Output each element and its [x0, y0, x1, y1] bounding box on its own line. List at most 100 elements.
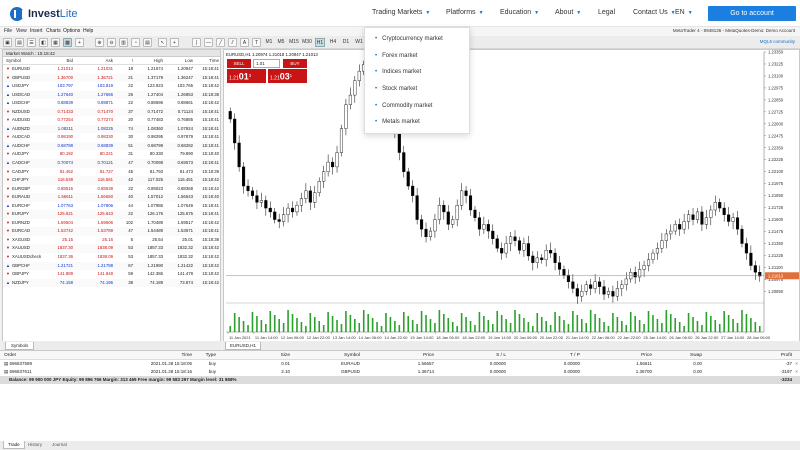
order-sl[interactable]: 0.00000	[470, 368, 506, 376]
menu-view[interactable]: View	[16, 28, 27, 34]
nav-education[interactable]: Education ▼	[500, 9, 539, 16]
dropdown-item-metals[interactable]: Metals market	[365, 114, 469, 131]
timeframe-m1[interactable]: M1	[264, 38, 274, 47]
dropdown-item-stock[interactable]: Stock market	[365, 81, 469, 98]
menu-insert[interactable]: Insert	[30, 28, 43, 34]
go-to-account-button[interactable]: Go to account	[708, 6, 796, 21]
market-watch-row[interactable]: ▼ XAUUSDcheck 1837.36 1838.09 53 1857.33 1832.…	[3, 253, 220, 262]
new-order-icon[interactable]: +	[75, 38, 84, 47]
close-order-icon[interactable]: ×	[795, 368, 798, 376]
cursor-icon[interactable]: ↖	[158, 38, 167, 47]
market-watch-row[interactable]: ▲ USDJPY 103.797 103.819 22 123.923 103.765 15:…	[3, 82, 220, 91]
new-chart-icon[interactable]: ▣	[3, 38, 12, 47]
chart-window[interactable]: 1.23350 1.23225 1.23100 1.22975 1.22850 1.227…	[223, 49, 800, 348]
tab-eurusd-h1[interactable]: EURUSD,H1	[225, 342, 262, 350]
col-tp[interactable]: T / P	[550, 351, 580, 360]
profiles-icon[interactable]: ▤	[15, 38, 24, 47]
timeframe-d1[interactable]: D1	[341, 38, 351, 47]
dropdown-item-indices[interactable]: Indices market	[365, 64, 469, 81]
order-tp[interactable]: 0.00000	[550, 360, 580, 368]
zoom-in-icon[interactable]: ⊕	[95, 38, 104, 47]
market-watch-row[interactable]: ▼ EURUSD 1.21013 1.21031 18 1.21674 1.20947 15:…	[3, 65, 220, 74]
col-order[interactable]: Order	[4, 351, 16, 360]
menu-charts[interactable]: Charts	[46, 28, 61, 34]
market-watch-row[interactable]: ▲ EURCHF 1.07763 1.07806 44 1.07986 1.07649 15:…	[3, 202, 220, 211]
market-watch-row[interactable]: ▲ GBPCHF 1.21721 1.21788 67 1.21990 1.21422 15:…	[3, 261, 220, 271]
logo[interactable]: InvestLite	[10, 6, 78, 22]
market-watch-row[interactable]: ▼ EURAUD 1.56611 1.56650 40 1.57012 1.56543 15:…	[3, 193, 220, 202]
nav-contact[interactable]: Contact Us ▼	[633, 9, 676, 16]
col-time[interactable]: Time	[191, 57, 219, 65]
market-watch-row[interactable]: ▼ AUDCAD 0.98190 0.98330 30 0.98295 0.97879 15:…	[3, 133, 220, 142]
dropdown-item-crypto[interactable]: Cryptocurrency market	[365, 31, 469, 48]
col-high[interactable]: High	[133, 57, 163, 65]
navigator-icon[interactable]: ◧	[39, 38, 48, 47]
menu-help[interactable]: Help	[83, 28, 93, 34]
price-chart[interactable]: 1.23350 1.23225 1.23100 1.22975 1.22850 1.227…	[224, 50, 799, 347]
timeframe-h1[interactable]: H1	[315, 38, 325, 47]
col-spread[interactable]: !	[111, 57, 133, 65]
timeframe-h4[interactable]: H4	[328, 38, 338, 47]
lot-size-input[interactable]: 1.01	[253, 59, 280, 68]
trendline-icon[interactable]: ╱	[216, 38, 225, 47]
col-symbol[interactable]: Symbol	[330, 351, 360, 360]
market-watch-row[interactable]: ▼ EURJPY 125.621 125.643 22 126.176 125.575 15:…	[3, 210, 220, 219]
market-watch-row[interactable]: ▼ EURCAD 1.53742 1.53789 47 1.54489 1.53671 15:…	[3, 227, 220, 236]
col-time[interactable]: Time	[118, 351, 192, 360]
sell-price[interactable]: 1.21013	[227, 69, 266, 83]
market-watch-row[interactable]: ▼ AUDUSD 0.77254 0.77274 20 0.77483 0.76885 15:…	[3, 116, 220, 125]
label-icon[interactable]: T	[252, 38, 261, 47]
mql5-community-link[interactable]: MQL5 community	[760, 39, 795, 44]
timeframe-m5[interactable]: M5	[276, 38, 286, 47]
table-row[interactable]: ▤ 696837611 2021.01.28 15:18:16 buy 2.10…	[0, 368, 800, 376]
market-watch-row[interactable]: ▼ XAUUSD 1837.30 1838.09 53 1857.33 1832.32 15:…	[3, 244, 220, 254]
crosshair-icon[interactable]: +	[170, 38, 179, 47]
col-size[interactable]: Size	[254, 351, 290, 360]
periodicity-icon[interactable]: ◔	[131, 38, 140, 47]
timeframe-w1[interactable]: W1	[354, 38, 364, 47]
market-watch-icon[interactable]: ☰	[27, 38, 36, 47]
strategy-tester-icon[interactable]: ▩	[63, 38, 72, 47]
dropdown-item-forex[interactable]: Forex market	[365, 48, 469, 65]
col-low[interactable]: Low	[163, 57, 193, 65]
buy-button[interactable]: BUY	[283, 59, 307, 68]
text-icon[interactable]: A	[240, 38, 249, 47]
timeframe-m15[interactable]: M15	[289, 38, 299, 47]
col-bid[interactable]: Bid	[33, 57, 73, 65]
tab-trade[interactable]: Trade	[3, 441, 25, 449]
col-current-price[interactable]: Price	[620, 351, 652, 360]
market-watch-row[interactable]: ▲ USDCHF 0.88839 0.89871 22 0.88696 0.88661 15:…	[3, 99, 220, 108]
horizontal-line-icon[interactable]: —	[204, 38, 213, 47]
close-order-icon[interactable]: ×	[795, 360, 798, 368]
market-watch-row[interactable]: ▼ NZDUSD 0.71433 0.71470 37 0.71472 0.71124 15:…	[3, 107, 220, 117]
market-watch-row[interactable]: ▼ GBPJPY 141.889 141.948 59 142.386 141.478 15:…	[3, 270, 220, 279]
market-watch-row[interactable]: ▼ AUDJPY 80.192 80.221 31 80.330 79.890 15:18:4…	[3, 150, 220, 159]
nav-platforms[interactable]: Platforms ▼	[446, 9, 484, 16]
market-watch-row[interactable]: ▼ EURGBP 0.88515 0.88538 22 0.89023 0.88368 15:…	[3, 185, 220, 194]
tab-history[interactable]: History	[24, 441, 46, 449]
channel-icon[interactable]: ⫽	[228, 38, 237, 47]
nav-trading-markets[interactable]: Trading Markets ▼	[372, 9, 430, 16]
dropdown-item-commodity[interactable]: Commodity market	[365, 97, 469, 114]
nav-legal[interactable]: Legal	[598, 9, 615, 16]
sell-button[interactable]: SELL	[227, 59, 251, 68]
templates-icon[interactable]: ▤	[143, 38, 152, 47]
market-watch-row[interactable]: ▼ CADJPY 81.462 81.727 45 81.793 81.473 15:18:3…	[3, 168, 220, 177]
col-sl[interactable]: S / L	[470, 351, 506, 360]
timeframe-m30[interactable]: M30	[302, 38, 312, 47]
order-tp[interactable]: 0.00000	[550, 368, 580, 376]
tab-symbols[interactable]: Symbols	[5, 342, 35, 350]
terminal-icon[interactable]: ▦	[51, 38, 60, 47]
market-watch-row[interactable]: ▲ CADCHF 0.70074 0.70121 47 0.70098 0.69573 15:…	[3, 159, 220, 168]
col-profit[interactable]: Profit	[754, 351, 792, 360]
order-sl[interactable]: 0.00000	[470, 360, 506, 368]
market-watch-row[interactable]: ▲ AUDCHF 0.68788 0.68839 51 0.68799 0.68282 15:…	[3, 141, 220, 151]
tab-journal[interactable]: Journal	[48, 441, 71, 449]
market-watch-row[interactable]: ▼ GBPUSD 1.36700 1.36721 21 1.37179 1.36247 15:…	[3, 73, 220, 83]
market-watch-row[interactable]: ▲ USDCAD 1.27640 1.27666 26 1.27404 1.26853 15:…	[3, 90, 220, 100]
col-swap[interactable]: Swap	[680, 351, 702, 360]
zoom-out-icon[interactable]: ⊖	[107, 38, 116, 47]
tile-windows-icon[interactable]: ▥	[119, 38, 128, 47]
market-watch-row[interactable]: ▼ CHFJPY 116.539 116.581 42 117.025 116.451 15:…	[3, 176, 220, 185]
table-row[interactable]: ▤ 696837589 2021.01.28 15:18:05 buy 0.01…	[0, 360, 800, 368]
